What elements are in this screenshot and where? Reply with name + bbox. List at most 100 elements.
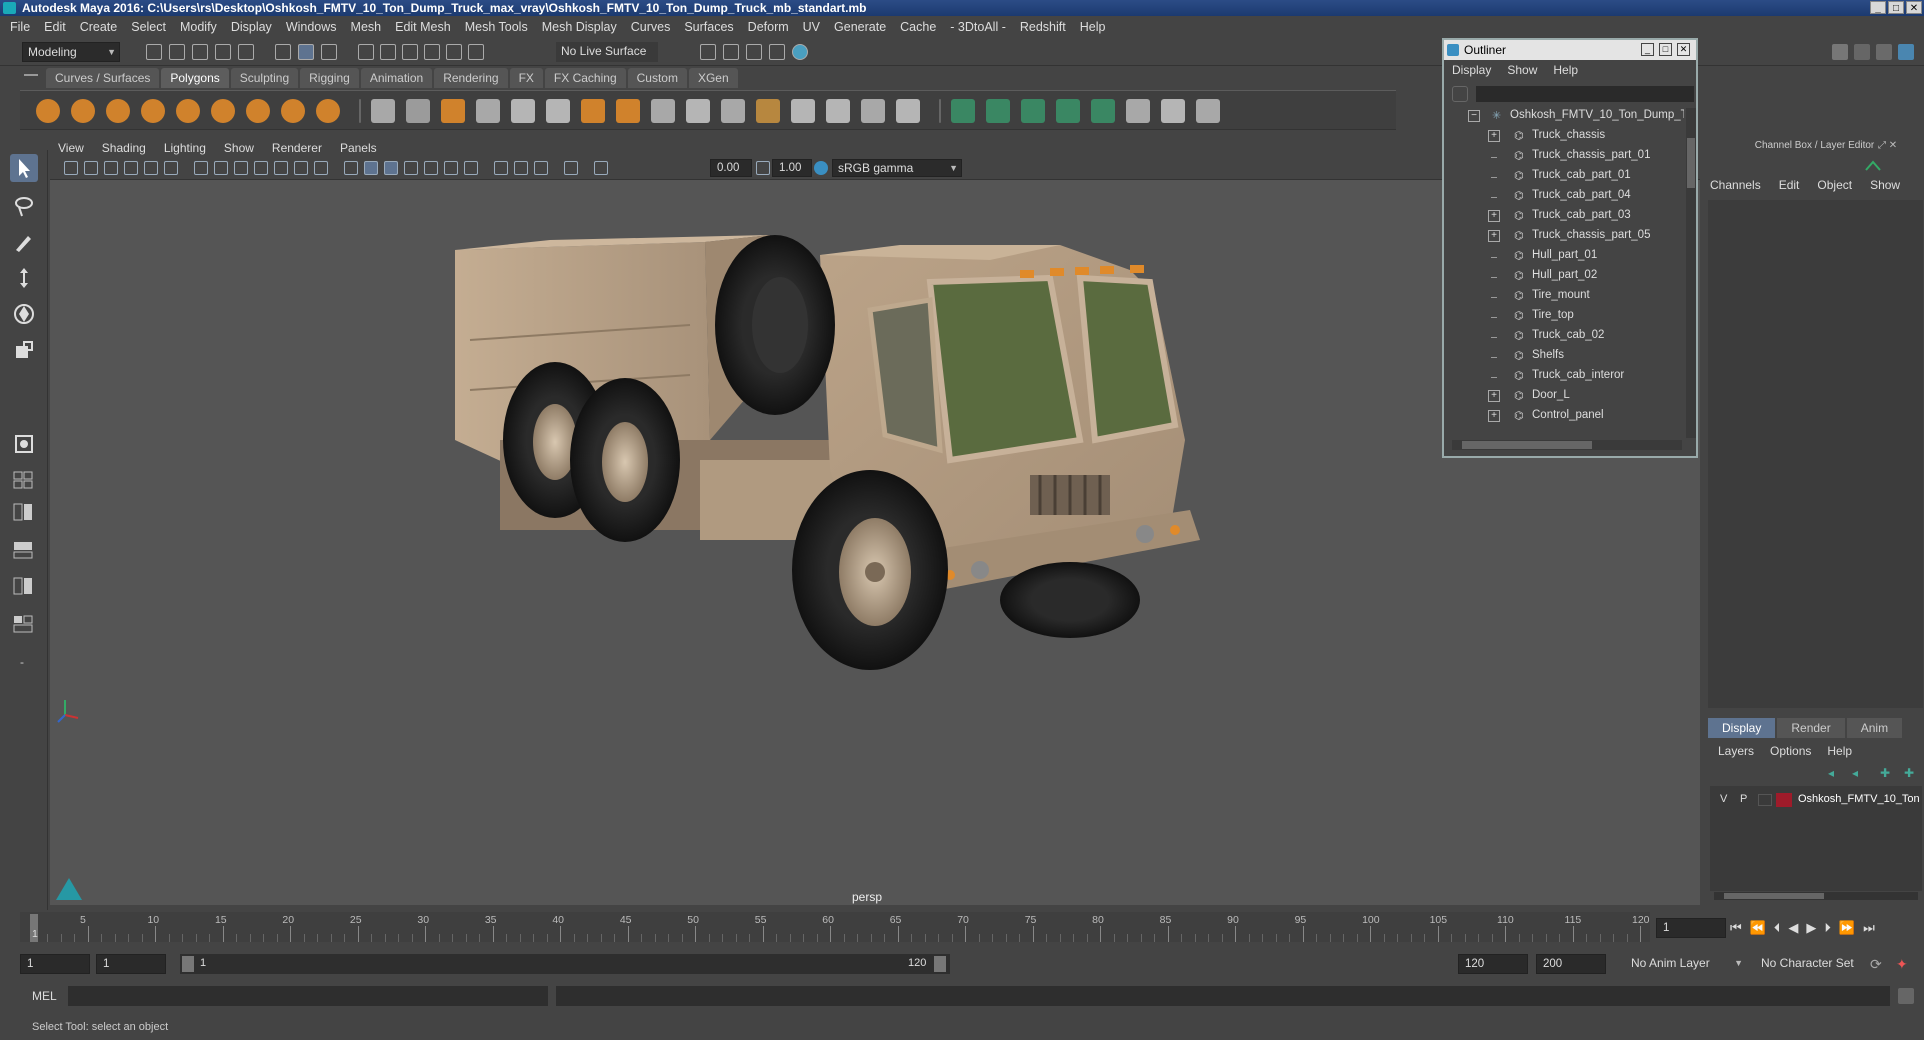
shelf-tab-rendering[interactable]: Rendering: [434, 68, 508, 88]
outliner-item[interactable]: ⌬ Truck_cab_02: [1444, 326, 1684, 346]
character-set-selector[interactable]: No Character Set: [1756, 954, 1876, 974]
colorspace-selector[interactable]: sRGB gamma ▼: [832, 159, 962, 177]
menu-redshift[interactable]: Redshift: [1020, 20, 1066, 34]
scale-tool-icon[interactable]: [10, 336, 38, 364]
attribute-editor-icon[interactable]: [1854, 44, 1870, 60]
poly-torus-icon[interactable]: [176, 99, 200, 123]
save-scene-icon[interactable]: [192, 44, 208, 60]
resolution-gate-icon[interactable]: [234, 161, 248, 175]
viewport-menu-panels[interactable]: Panels: [340, 141, 377, 155]
grease-pencil-icon[interactable]: [164, 161, 178, 175]
uv-editor-icon[interactable]: [1126, 99, 1150, 123]
uv-map-icon[interactable]: [951, 99, 975, 123]
smooth-icon[interactable]: [476, 99, 500, 123]
filter-icon[interactable]: [1452, 86, 1468, 102]
step-forward-key-icon[interactable]: ⏩: [1839, 920, 1855, 936]
menu-mesh[interactable]: Mesh: [351, 20, 382, 34]
current-frame-field[interactable]: 1: [1656, 918, 1726, 938]
separate-icon[interactable]: [406, 99, 430, 123]
step-back-frame-icon[interactable]: ⏴: [1774, 920, 1781, 936]
expand-icon[interactable]: +: [1488, 130, 1500, 142]
playback-end-field[interactable]: 120: [1458, 954, 1528, 974]
channel-box-menu-object[interactable]: Object: [1817, 178, 1852, 192]
layer-tab-render[interactable]: Render: [1777, 718, 1845, 738]
safe-action-icon[interactable]: [294, 161, 308, 175]
select-camera-icon[interactable]: [64, 161, 78, 175]
snap-surface-icon[interactable]: [446, 44, 462, 60]
range-end-handle[interactable]: [934, 956, 946, 972]
outliner-item[interactable]: ⌬ Truck_chassis_part_01: [1444, 146, 1684, 166]
poly-sphere-icon[interactable]: [36, 99, 60, 123]
color-management-icon[interactable]: [814, 161, 828, 175]
move-layer-up-icon[interactable]: ◂: [1828, 766, 1844, 782]
uv-auto-icon[interactable]: [1091, 99, 1115, 123]
poly-pipe-icon[interactable]: [281, 99, 305, 123]
select-object-icon[interactable]: [298, 44, 314, 60]
snap-grid-icon[interactable]: [358, 44, 374, 60]
layout-two-icon[interactable]: [10, 500, 38, 524]
time-slider[interactable]: 1 5 10 15 20 25 30 35 40 45 50 55 60 65 70 75 80 85 90 95 1…: [20, 912, 1650, 942]
gamma-field[interactable]: 1.00: [772, 159, 812, 177]
channel-box-icons[interactable]: [1862, 158, 1884, 174]
menu-mesh-display[interactable]: Mesh Display: [542, 20, 617, 34]
make-live-icon[interactable]: [468, 44, 484, 60]
animation-start-field[interactable]: 1: [20, 954, 90, 974]
combine-icon[interactable]: [371, 99, 395, 123]
boolean-icon[interactable]: [511, 99, 535, 123]
command-input[interactable]: [68, 986, 548, 1006]
shelf-tab-sculpting[interactable]: Sculpting: [230, 68, 299, 88]
poly-plane-icon[interactable]: [211, 99, 235, 123]
menu-modify[interactable]: Modify: [180, 20, 217, 34]
outliner-item[interactable]: ⌬ Hull_part_02: [1444, 266, 1684, 286]
layer-playback-toggle[interactable]: P: [1740, 793, 1747, 805]
outliner-item[interactable]: + ⌬ Door_L: [1444, 386, 1684, 406]
outliner-vertical-scrollbar[interactable]: [1686, 108, 1696, 438]
outliner-menu-help[interactable]: Help: [1553, 63, 1578, 77]
menu-cache[interactable]: Cache: [900, 20, 936, 34]
outliner-search-input[interactable]: [1476, 86, 1694, 102]
outliner-item[interactable]: + ⌬ Truck_cab_part_03: [1444, 206, 1684, 226]
extrude-icon[interactable]: [616, 99, 640, 123]
safe-title-icon[interactable]: [314, 161, 328, 175]
outliner-root-item[interactable]: − ✳ Oshkosh_FMTV_10_Ton_Dump_Tr: [1444, 106, 1684, 126]
layer-menu-options[interactable]: Options: [1770, 744, 1811, 758]
outliner-item[interactable]: ⌬ Truck_cab_part_04: [1444, 186, 1684, 206]
shelf-tab-rigging[interactable]: Rigging: [300, 68, 359, 88]
viewport-menu-show[interactable]: Show: [224, 141, 254, 155]
outliner-menu-show[interactable]: Show: [1507, 63, 1537, 77]
camera-attributes-icon[interactable]: [84, 161, 98, 175]
append-icon[interactable]: [686, 99, 710, 123]
snap-view-icon[interactable]: [424, 44, 440, 60]
rotate-tool-icon[interactable]: [10, 300, 38, 328]
gamma-icon[interactable]: [756, 161, 770, 175]
move-layer-down-icon[interactable]: ◂: [1852, 766, 1868, 782]
ambient-occlusion-icon[interactable]: [464, 161, 478, 175]
shelf-tab-fx[interactable]: FX: [509, 68, 543, 88]
xray-icon[interactable]: [494, 161, 508, 175]
close-button[interactable]: ✕: [1906, 1, 1922, 14]
layer-tab-anim[interactable]: Anim: [1846, 718, 1903, 738]
snap-point-icon[interactable]: [402, 44, 418, 60]
menu-create[interactable]: Create: [80, 20, 118, 34]
menu-windows[interactable]: Windows: [286, 20, 337, 34]
open-scene-icon[interactable]: [169, 44, 185, 60]
outliner-maximize-button[interactable]: □: [1659, 43, 1672, 56]
layer-menu-help[interactable]: Help: [1827, 744, 1852, 758]
layout-four-icon[interactable]: [10, 468, 38, 492]
fill-hole-icon[interactable]: [721, 99, 745, 123]
script-language-label[interactable]: MEL: [32, 989, 57, 1003]
multi-cut-icon[interactable]: [756, 99, 780, 123]
hypershade-icon[interactable]: [792, 44, 808, 60]
layout-icon[interactable]: [1832, 44, 1848, 60]
menu-edit[interactable]: Edit: [44, 20, 66, 34]
expand-icon[interactable]: +: [1488, 210, 1500, 222]
gate-mask-icon[interactable]: [254, 161, 268, 175]
play-backward-icon[interactable]: ◀: [1788, 920, 1798, 936]
script-editor-icon[interactable]: [1898, 988, 1914, 1004]
menu-mesh-tools[interactable]: Mesh Tools: [465, 20, 528, 34]
shelf-tab-xgen[interactable]: XGen: [688, 68, 738, 88]
snap-tool-icon[interactable]: [10, 430, 38, 458]
lighting-icon[interactable]: [424, 161, 438, 175]
anim-layer-selector[interactable]: No Anim Layer ▼: [1626, 954, 1746, 974]
select-component-icon[interactable]: [321, 44, 337, 60]
